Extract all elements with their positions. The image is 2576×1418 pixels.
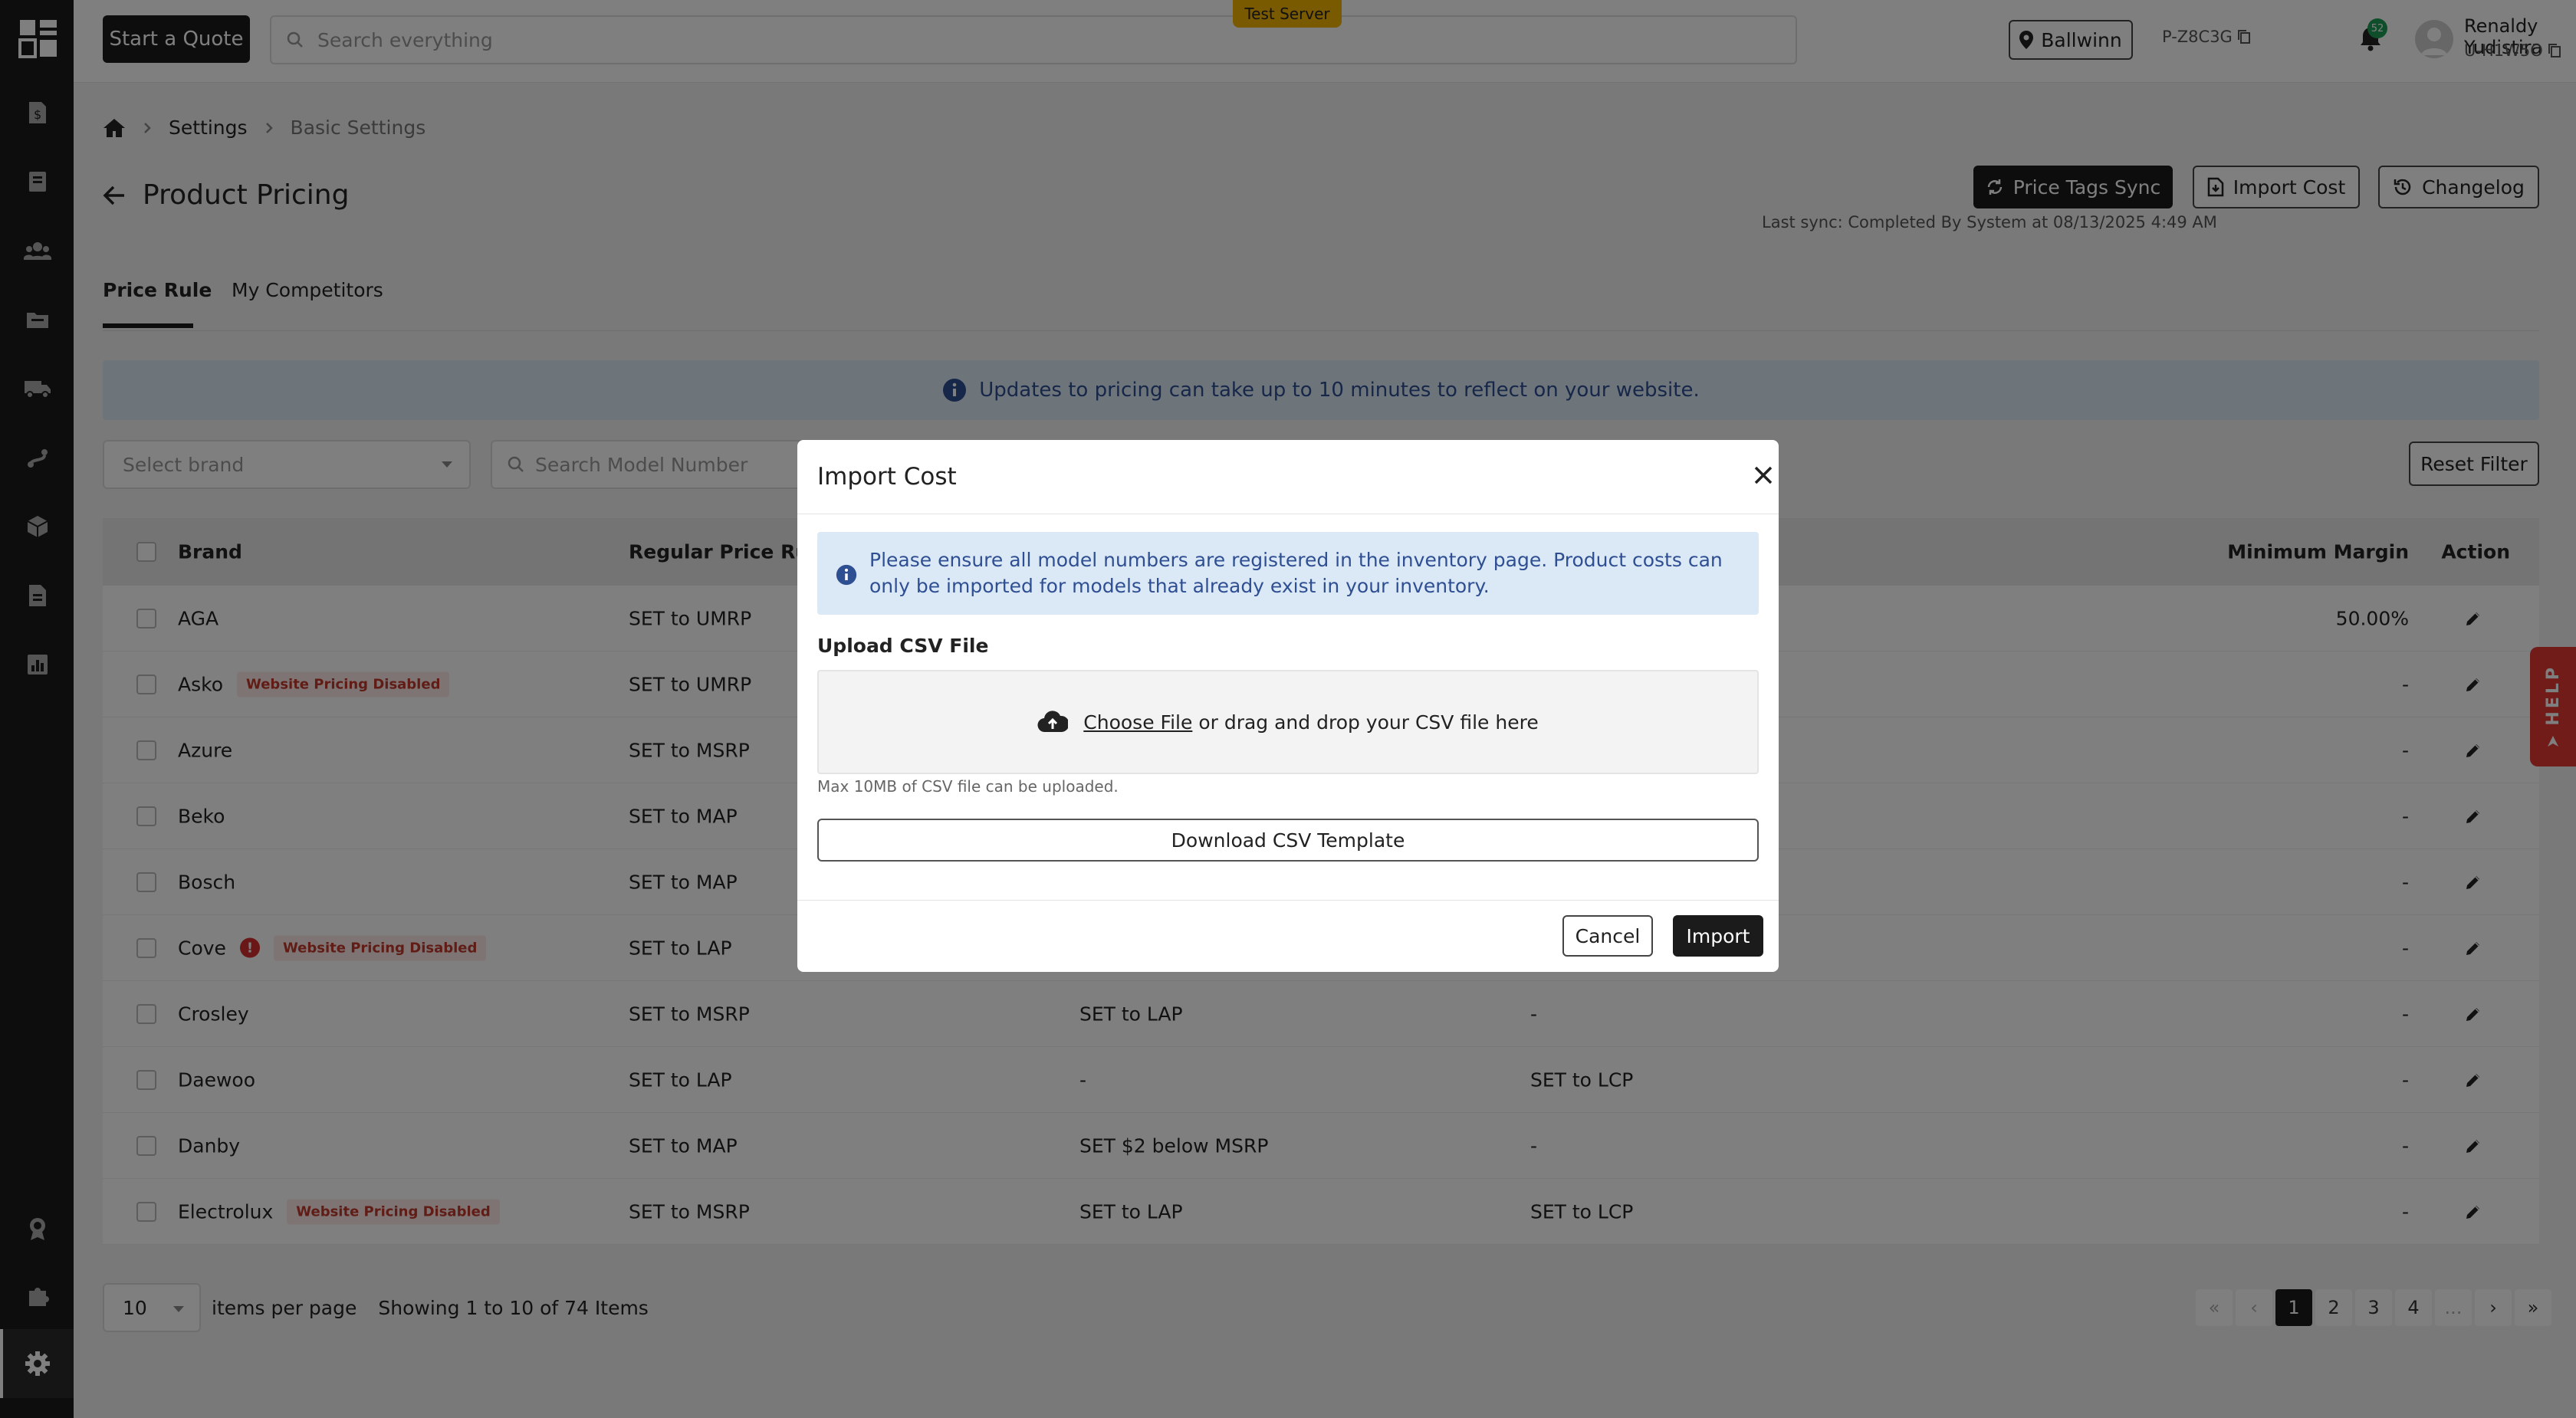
csv-dropzone[interactable]: Choose File or drag and drop your CSV fi… — [817, 670, 1759, 774]
max-size-note: Max 10MB of CSV file can be uploaded. — [817, 777, 1119, 796]
modal-info-text: Please ensure all model numbers are regi… — [869, 549, 1723, 597]
import-button[interactable]: Import — [1673, 915, 1763, 957]
cancel-button[interactable]: Cancel — [1562, 915, 1653, 957]
download-csv-template-button[interactable]: Download CSV Template — [817, 819, 1759, 862]
close-icon[interactable] — [1750, 461, 1777, 489]
upload-csv-label: Upload CSV File — [817, 635, 989, 657]
drop-text: or drag and drop your CSV file here — [1198, 711, 1539, 734]
choose-file-link[interactable]: Choose File — [1083, 711, 1192, 734]
modal-footer-divider — [797, 900, 1779, 901]
info-icon — [836, 564, 857, 586]
import-cost-modal: Import Cost Please ensure all model numb… — [797, 440, 1779, 972]
cloud-upload-icon — [1037, 711, 1069, 733]
modal-info-alert: Please ensure all model numbers are regi… — [817, 532, 1759, 615]
modal-title: Import Cost — [817, 463, 957, 491]
